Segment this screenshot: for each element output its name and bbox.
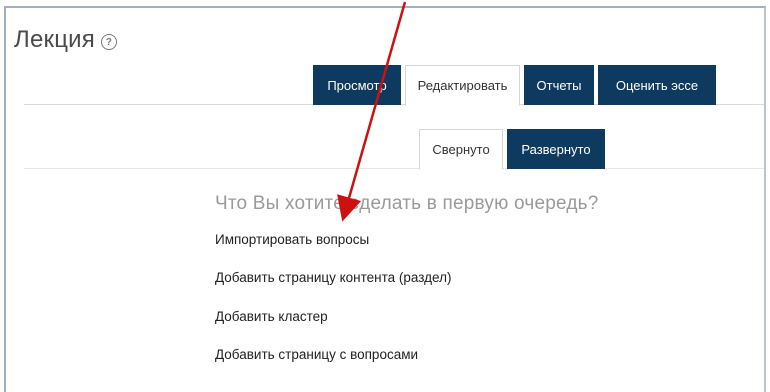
page-title: Лекция ? (14, 26, 117, 54)
option-import-questions[interactable]: Импортировать вопросы (215, 232, 369, 247)
option-add-question-page[interactable]: Добавить страницу с вопросами (215, 347, 418, 362)
tab-reports[interactable]: Отчеты (524, 65, 594, 105)
subtabs-divider (24, 168, 764, 169)
tab-reports-label: Отчеты (536, 77, 582, 93)
tab-edit-label: Редактировать (417, 78, 508, 93)
tab-expanded-label: Развернуто (521, 141, 591, 157)
tab-collapsed-label: Свернуто (432, 142, 490, 157)
page: Лекция ? Просмотр Редактировать Отчеты О… (0, 0, 770, 392)
tab-view[interactable]: Просмотр (313, 65, 401, 105)
option-add-cluster[interactable]: Добавить кластер (215, 309, 328, 324)
tab-collapsed[interactable]: Свернуто (419, 129, 503, 170)
tab-expanded[interactable]: Развернуто (507, 129, 605, 169)
option-add-content-page[interactable]: Добавить страницу контента (раздел) (215, 270, 451, 285)
tab-view-label: Просмотр (327, 77, 387, 93)
question-heading: Что Вы хотите сделать в первую очередь? (215, 193, 599, 214)
tab-grade-essays[interactable]: Оценить эссе (598, 65, 716, 105)
tab-grade-essays-label: Оценить эссе (615, 77, 699, 93)
tab-edit[interactable]: Редактировать (405, 65, 520, 106)
question-circle-icon[interactable]: ? (100, 34, 117, 50)
page-title-text: Лекция (14, 26, 95, 53)
view-mode-tabs: Свернуто Развернуто (419, 129, 605, 170)
main-tabs: Просмотр Редактировать Отчеты Оценить эс… (313, 65, 716, 106)
